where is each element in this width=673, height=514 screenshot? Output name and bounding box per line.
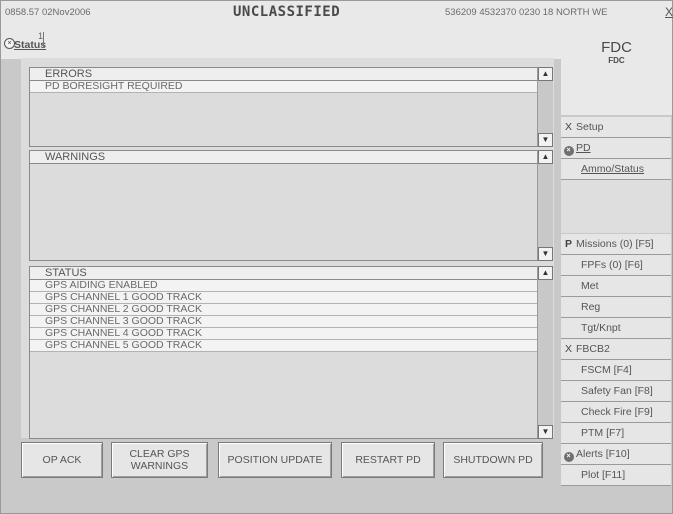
scroll-down-icon[interactable]: ▼ [538, 133, 553, 147]
sidebar-item-label: Missions (0) [F5] [576, 238, 654, 250]
sidebar-item-label: FBCB2 [576, 343, 610, 355]
close-circle-icon: × [561, 138, 576, 158]
sidebar-spacer [561, 180, 671, 233]
sidebar-item-ammo-status[interactable]: Ammo/Status [561, 159, 671, 180]
errors-header: ERRORS [30, 68, 538, 81]
shutdown-pd-button[interactable]: SHUTDOWN PD [443, 442, 543, 478]
warnings-panel: WARNINGS [29, 150, 539, 261]
errors-scrollbar[interactable]: ▲ ▼ [537, 67, 553, 147]
sidebar-item-plot[interactable]: Plot [F11] [561, 465, 671, 486]
sidebar-item-label: FSCM [F4] [581, 364, 632, 376]
sidebar-item-label: PTM [F7] [581, 427, 625, 439]
sidebar-item-alerts[interactable]: × Alerts [F10] [561, 444, 671, 465]
close-icon[interactable]: X [665, 5, 673, 19]
warnings-header: WARNINGS [30, 151, 538, 164]
sidebar-item-label: Ammo/Status [581, 163, 645, 175]
sidebar-item-reg[interactable]: Reg [561, 297, 671, 318]
scroll-up-icon[interactable]: ▲ [538, 150, 553, 164]
warnings-scrollbar[interactable]: ▲ ▼ [537, 150, 553, 261]
fdc-subtitle: FDC [608, 56, 625, 65]
classification-banner: UNCLASSIFIED [233, 4, 341, 20]
title-bar: 0858.57 02Nov2006 UNCLASSIFIED 536209 45… [1, 1, 673, 23]
position-readout: 536209 4532370 0230 18 NORTH WE [445, 7, 608, 18]
list-item[interactable]: GPS CHANNEL 4 GOOD TRACK [30, 328, 538, 340]
sidebar-item-fbcb2[interactable]: X FBCB2 [561, 339, 671, 360]
sidebar-item-label: Reg [581, 301, 601, 313]
sidebar-item-ptm[interactable]: PTM [F7] [561, 423, 671, 444]
sidebar-item-fpfs[interactable]: FPFs (0) [F6] [561, 255, 671, 276]
list-item[interactable]: GPS CHANNEL 3 GOOD TRACK [30, 316, 538, 328]
scroll-up-icon[interactable]: ▲ [538, 67, 553, 81]
priority-marker: P [564, 238, 572, 250]
fdc-title: FDC [601, 39, 632, 56]
scroll-down-icon[interactable]: ▼ [538, 247, 553, 261]
sidebar-item-label: Alerts [F10] [576, 448, 630, 460]
sidebar-item-label: Check Fire [F9] [581, 406, 653, 418]
sidebar-item-met[interactable]: Met [561, 276, 671, 297]
app-window: 0858.57 02Nov2006 UNCLASSIFIED 536209 45… [0, 0, 673, 514]
op-ack-button[interactable]: OP ACK [21, 442, 103, 478]
list-item[interactable]: GPS AIDING ENABLED [30, 280, 538, 292]
position-update-button[interactable]: POSITION UPDATE [218, 442, 332, 478]
sidebar-item-label: PD [576, 142, 591, 154]
fdc-header: FDC FDC [561, 23, 672, 115]
sidebar-item-tgt-knpt[interactable]: Tgt/Knpt [561, 318, 671, 339]
sidebar-item-fscm[interactable]: FSCM [F4] [561, 360, 671, 381]
status-header: STATUS [30, 267, 538, 280]
close-circle-icon: × [561, 444, 576, 464]
sidebar-item-label: Tgt/Knpt [581, 322, 621, 334]
list-item[interactable]: GPS CHANNEL 5 GOOD TRACK [30, 340, 538, 352]
errors-panel: ERRORS PD BORESIGHT REQUIRED [29, 67, 539, 147]
status-panel: STATUS GPS AIDING ENABLED GPS CHANNEL 1 … [29, 266, 539, 439]
status-scrollbar[interactable]: ▲ ▼ [537, 266, 553, 439]
sidebar-item-check-fire[interactable]: Check Fire [F9] [561, 402, 671, 423]
x-icon: X [564, 343, 572, 355]
list-item[interactable]: GPS CHANNEL 1 GOOD TRACK [30, 292, 538, 304]
tab-divider [43, 32, 44, 48]
restart-pd-button[interactable]: RESTART PD [341, 442, 435, 478]
sidebar-item-label: Plot [F11] [581, 469, 626, 481]
tab-strip [1, 23, 561, 59]
datetime-readout: 0858.57 02Nov2006 [5, 7, 91, 18]
sidebar-item-pd[interactable]: × PD [561, 138, 671, 159]
sidebar-item-label: Met [581, 280, 599, 292]
scroll-up-icon[interactable]: ▲ [538, 266, 553, 280]
list-item[interactable]: GPS CHANNEL 2 GOOD TRACK [30, 304, 538, 316]
list-item[interactable]: PD BORESIGHT REQUIRED [30, 81, 538, 93]
scroll-down-icon[interactable]: ▼ [538, 425, 553, 439]
clear-gps-warnings-button[interactable]: CLEAR GPS WARNINGS [111, 442, 208, 478]
sidebar-item-label: FPFs (0) [F6] [581, 259, 643, 271]
sidebar-item-safety-fan[interactable]: Safety Fan [F8] [561, 381, 671, 402]
sidebar-item-missions[interactable]: P Missions (0) [F5] [561, 234, 671, 255]
sidebar-item-setup[interactable]: X Setup [561, 117, 671, 138]
sidebar-item-label: Setup [576, 121, 604, 133]
sidebar-item-label: Safety Fan [F8] [581, 385, 653, 397]
x-icon: X [564, 121, 572, 133]
